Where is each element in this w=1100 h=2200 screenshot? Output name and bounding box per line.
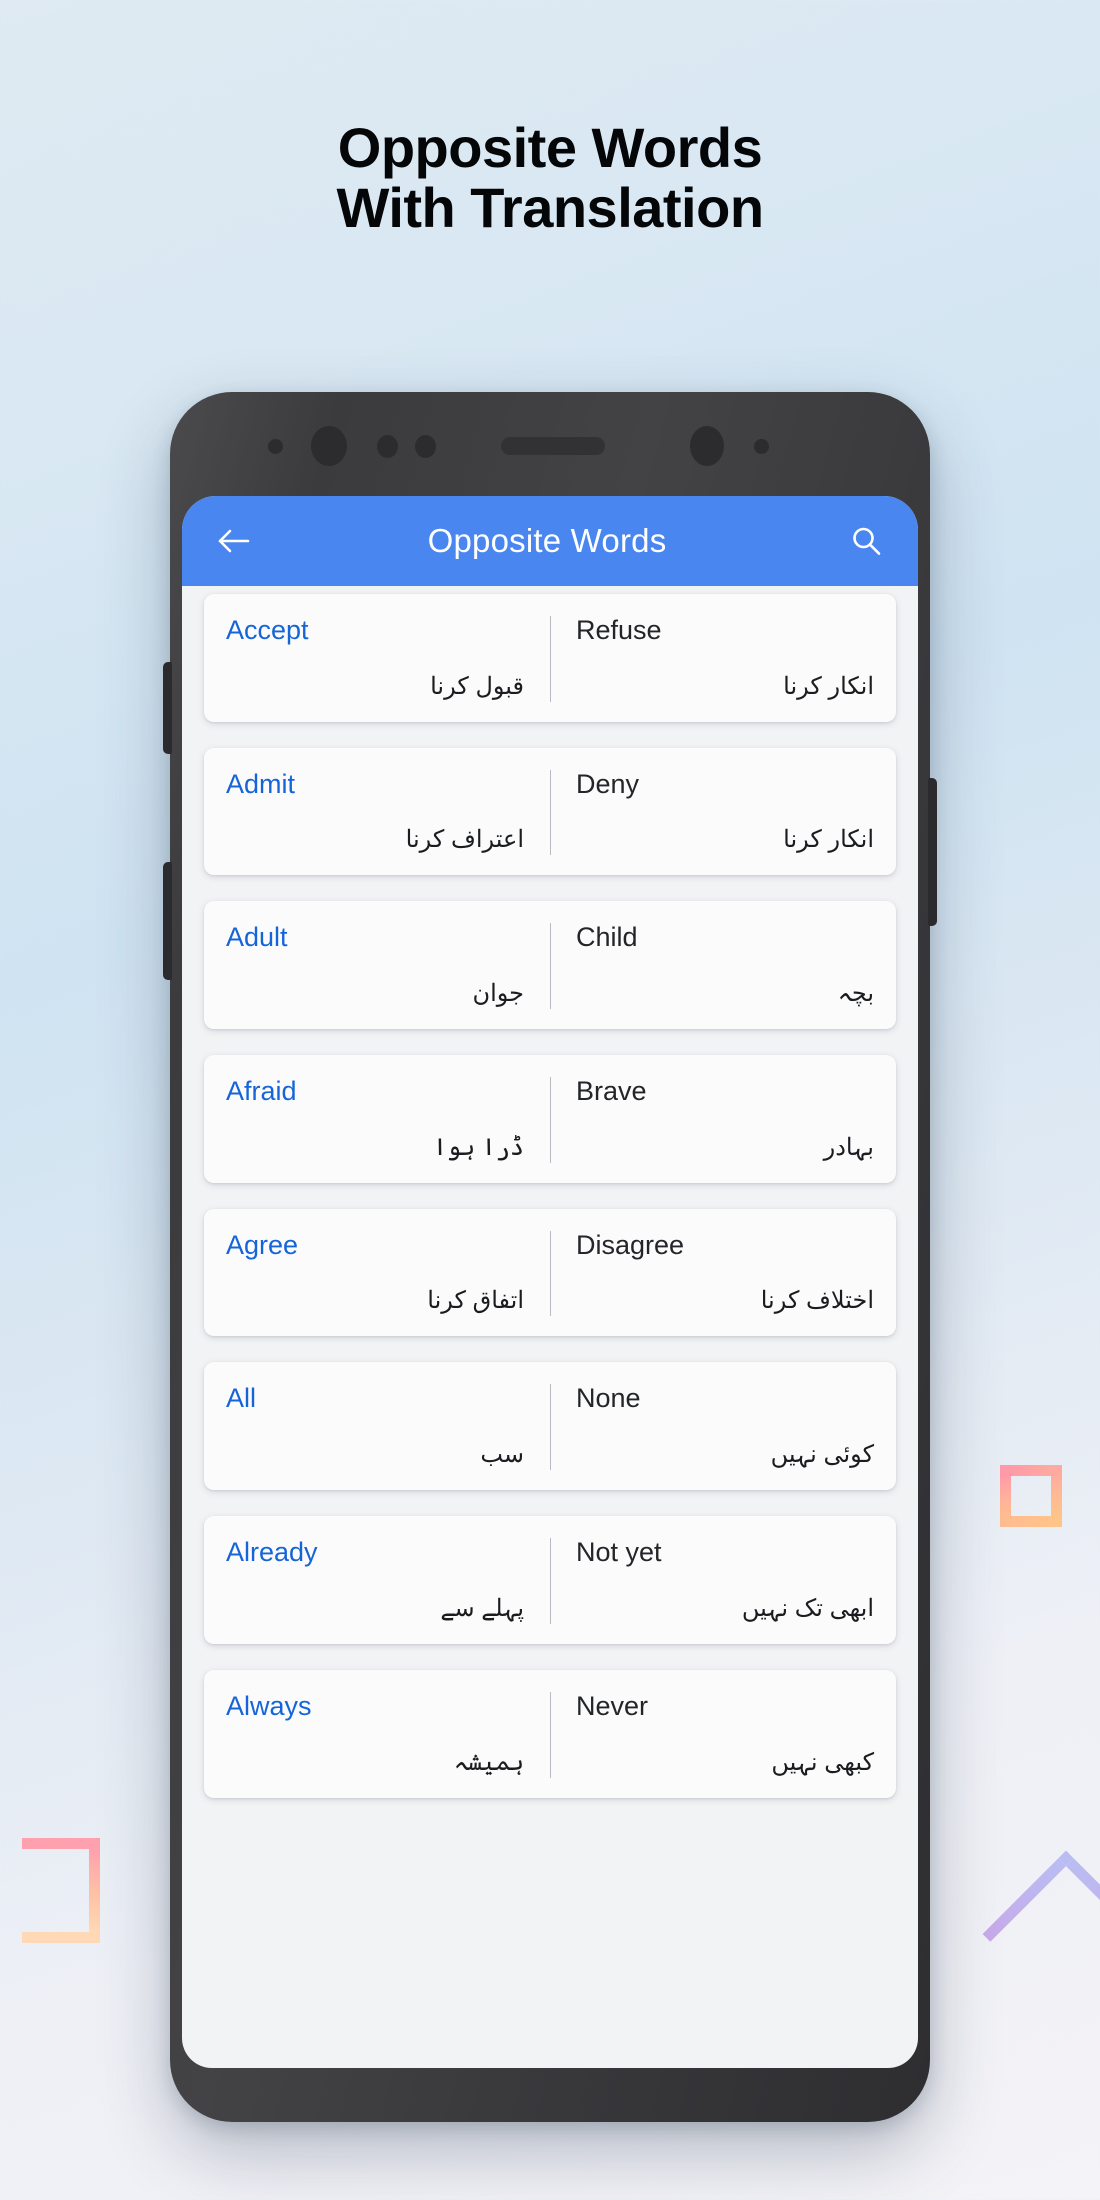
opposite-translation: کبھی نہیں <box>771 1748 874 1776</box>
app-bar-title: Opposite Words <box>427 522 667 559</box>
opposite-translation: بہادر <box>823 1133 874 1161</box>
phone-top-bezel <box>170 392 930 500</box>
word-pair-card[interactable]: All سب None کوئی نہیں <box>204 1362 896 1491</box>
source-translation: اتفاق کرنا <box>427 1287 524 1315</box>
arrow-left-icon <box>218 529 250 553</box>
phone-button-volume-down[interactable] <box>163 862 172 980</box>
word-list[interactable]: Accept قبول کرنا Refuse انکار کرنا Admit اعتر… <box>182 586 918 2068</box>
word-cell-opposite: Not yet ابھی تک نہیں <box>550 1537 874 1624</box>
word-pair-card[interactable]: Admit اعتراف کرنا Deny انکار کرنا <box>204 747 896 876</box>
phone-screen: Opposite Words Accept قبول کرنا Refuse انکا… <box>182 496 918 2068</box>
source-translation: اعتراف کرنا <box>405 826 524 854</box>
card-divider <box>550 1077 551 1163</box>
poster-title-line-2: With Translation <box>336 175 764 239</box>
source-translation: قبول کرنا <box>430 672 524 700</box>
word-cell-source: Agree اتفاق کرنا <box>226 1229 550 1317</box>
card-divider <box>550 1538 551 1624</box>
phone-button-volume-up[interactable] <box>163 662 172 754</box>
opposite-word: Disagree <box>576 1229 685 1260</box>
decoration-diamond-outline <box>982 1850 1100 2018</box>
source-translation: سب <box>480 1441 524 1469</box>
opposite-translation: بچہ <box>837 980 874 1008</box>
source-word: Already <box>226 1537 318 1568</box>
word-pair-card[interactable]: Agree اتفاق کرنا Disagree اختلاف کرنا <box>204 1208 896 1337</box>
search-icon <box>853 527 881 555</box>
source-translation: پہلے سے <box>440 1594 524 1622</box>
word-pair-card[interactable]: Always ہمیشہ Never کبھی نہیں <box>204 1669 896 1798</box>
search-button[interactable] <box>840 515 892 567</box>
opposite-word: Deny <box>576 768 640 799</box>
app-bar: Opposite Words <box>182 496 918 586</box>
card-divider <box>550 616 551 702</box>
poster-title-line-1: Opposite Words <box>337 116 763 179</box>
card-divider <box>550 1691 551 1778</box>
phone-button-power[interactable] <box>928 778 937 926</box>
phone-mockup: Opposite Words Accept قبول کرنا Refuse انکا… <box>163 392 937 2122</box>
card-divider <box>550 1384 551 1471</box>
word-cell-opposite: Brave بہادر <box>550 1076 874 1163</box>
word-cell-opposite: Refuse انکار کرنا <box>550 615 874 702</box>
opposite-word: Child <box>576 922 638 953</box>
source-word: Admit <box>226 768 296 799</box>
word-cell-opposite: Child بچہ <box>550 923 874 1009</box>
decoration-bracket-outline <box>22 1838 100 1943</box>
back-button[interactable] <box>208 515 260 567</box>
opposite-word: Not yet <box>576 1537 662 1568</box>
proximity-sensor-icon <box>377 434 398 458</box>
source-translation: ہمیشہ <box>453 1748 524 1776</box>
word-cell-source: Already پہلے سے <box>226 1537 550 1624</box>
source-translation: جوان <box>472 980 524 1008</box>
card-divider <box>550 1230 551 1317</box>
earpiece-speaker-icon <box>501 437 605 455</box>
source-word: Adult <box>226 922 288 953</box>
word-cell-source: Adult جوان <box>226 923 550 1009</box>
word-cell-source: Always ہمیشہ <box>226 1690 550 1778</box>
word-cell-source: All سب <box>226 1384 550 1470</box>
opposite-word: Brave <box>576 1076 647 1107</box>
iris-scanner-icon <box>690 426 724 466</box>
word-cell-source: Admit اعتراف کرنا <box>226 768 550 856</box>
notification-led-icon <box>754 438 769 454</box>
opposite-translation: کوئی نہیں <box>770 1441 874 1469</box>
word-pair-card[interactable]: Adult جوان Child بچہ <box>204 901 896 1030</box>
word-cell-opposite: Never کبھی نہیں <box>550 1690 874 1778</box>
opposite-translation: انکار کرنا <box>783 672 874 700</box>
opposite-word: None <box>576 1383 641 1414</box>
sensor-dot-icon <box>268 438 283 454</box>
word-cell-opposite: Deny انکار کرنا <box>550 768 874 856</box>
card-divider <box>550 769 551 856</box>
opposite-translation: اختلاف کرنا <box>760 1287 874 1315</box>
word-cell-opposite: None کوئی نہیں <box>550 1384 874 1470</box>
front-camera-icon <box>311 426 347 466</box>
word-pair-card[interactable]: Already پہلے سے Not yet ابھی تک نہیں <box>204 1516 896 1644</box>
word-pair-card[interactable]: Afraid ڈرا ہوا Brave بہادر <box>204 1055 896 1183</box>
decoration-square-outline <box>1000 1465 1062 1527</box>
card-divider <box>550 923 551 1010</box>
source-word: Agree <box>226 1229 299 1260</box>
source-word: Afraid <box>226 1076 297 1107</box>
opposite-translation: ابھی تک نہیں <box>741 1594 874 1622</box>
word-cell-opposite: Disagree اختلاف کرنا <box>550 1229 874 1317</box>
source-translation: ڈرا ہوا <box>432 1133 524 1161</box>
opposite-word: Refuse <box>576 615 662 645</box>
poster-heading: Opposite Words With Translation <box>0 118 1100 238</box>
source-word: All <box>226 1383 257 1414</box>
word-pair-card[interactable]: Accept قبول کرنا Refuse انکار کرنا <box>204 594 896 722</box>
opposite-translation: انکار کرنا <box>783 826 874 854</box>
opposite-word: Never <box>576 1690 649 1721</box>
source-word: Accept <box>226 615 309 645</box>
word-cell-source: Accept قبول کرنا <box>226 615 550 702</box>
light-sensor-icon <box>415 434 436 458</box>
word-cell-source: Afraid ڈرا ہوا <box>226 1076 550 1163</box>
source-word: Always <box>226 1690 312 1721</box>
